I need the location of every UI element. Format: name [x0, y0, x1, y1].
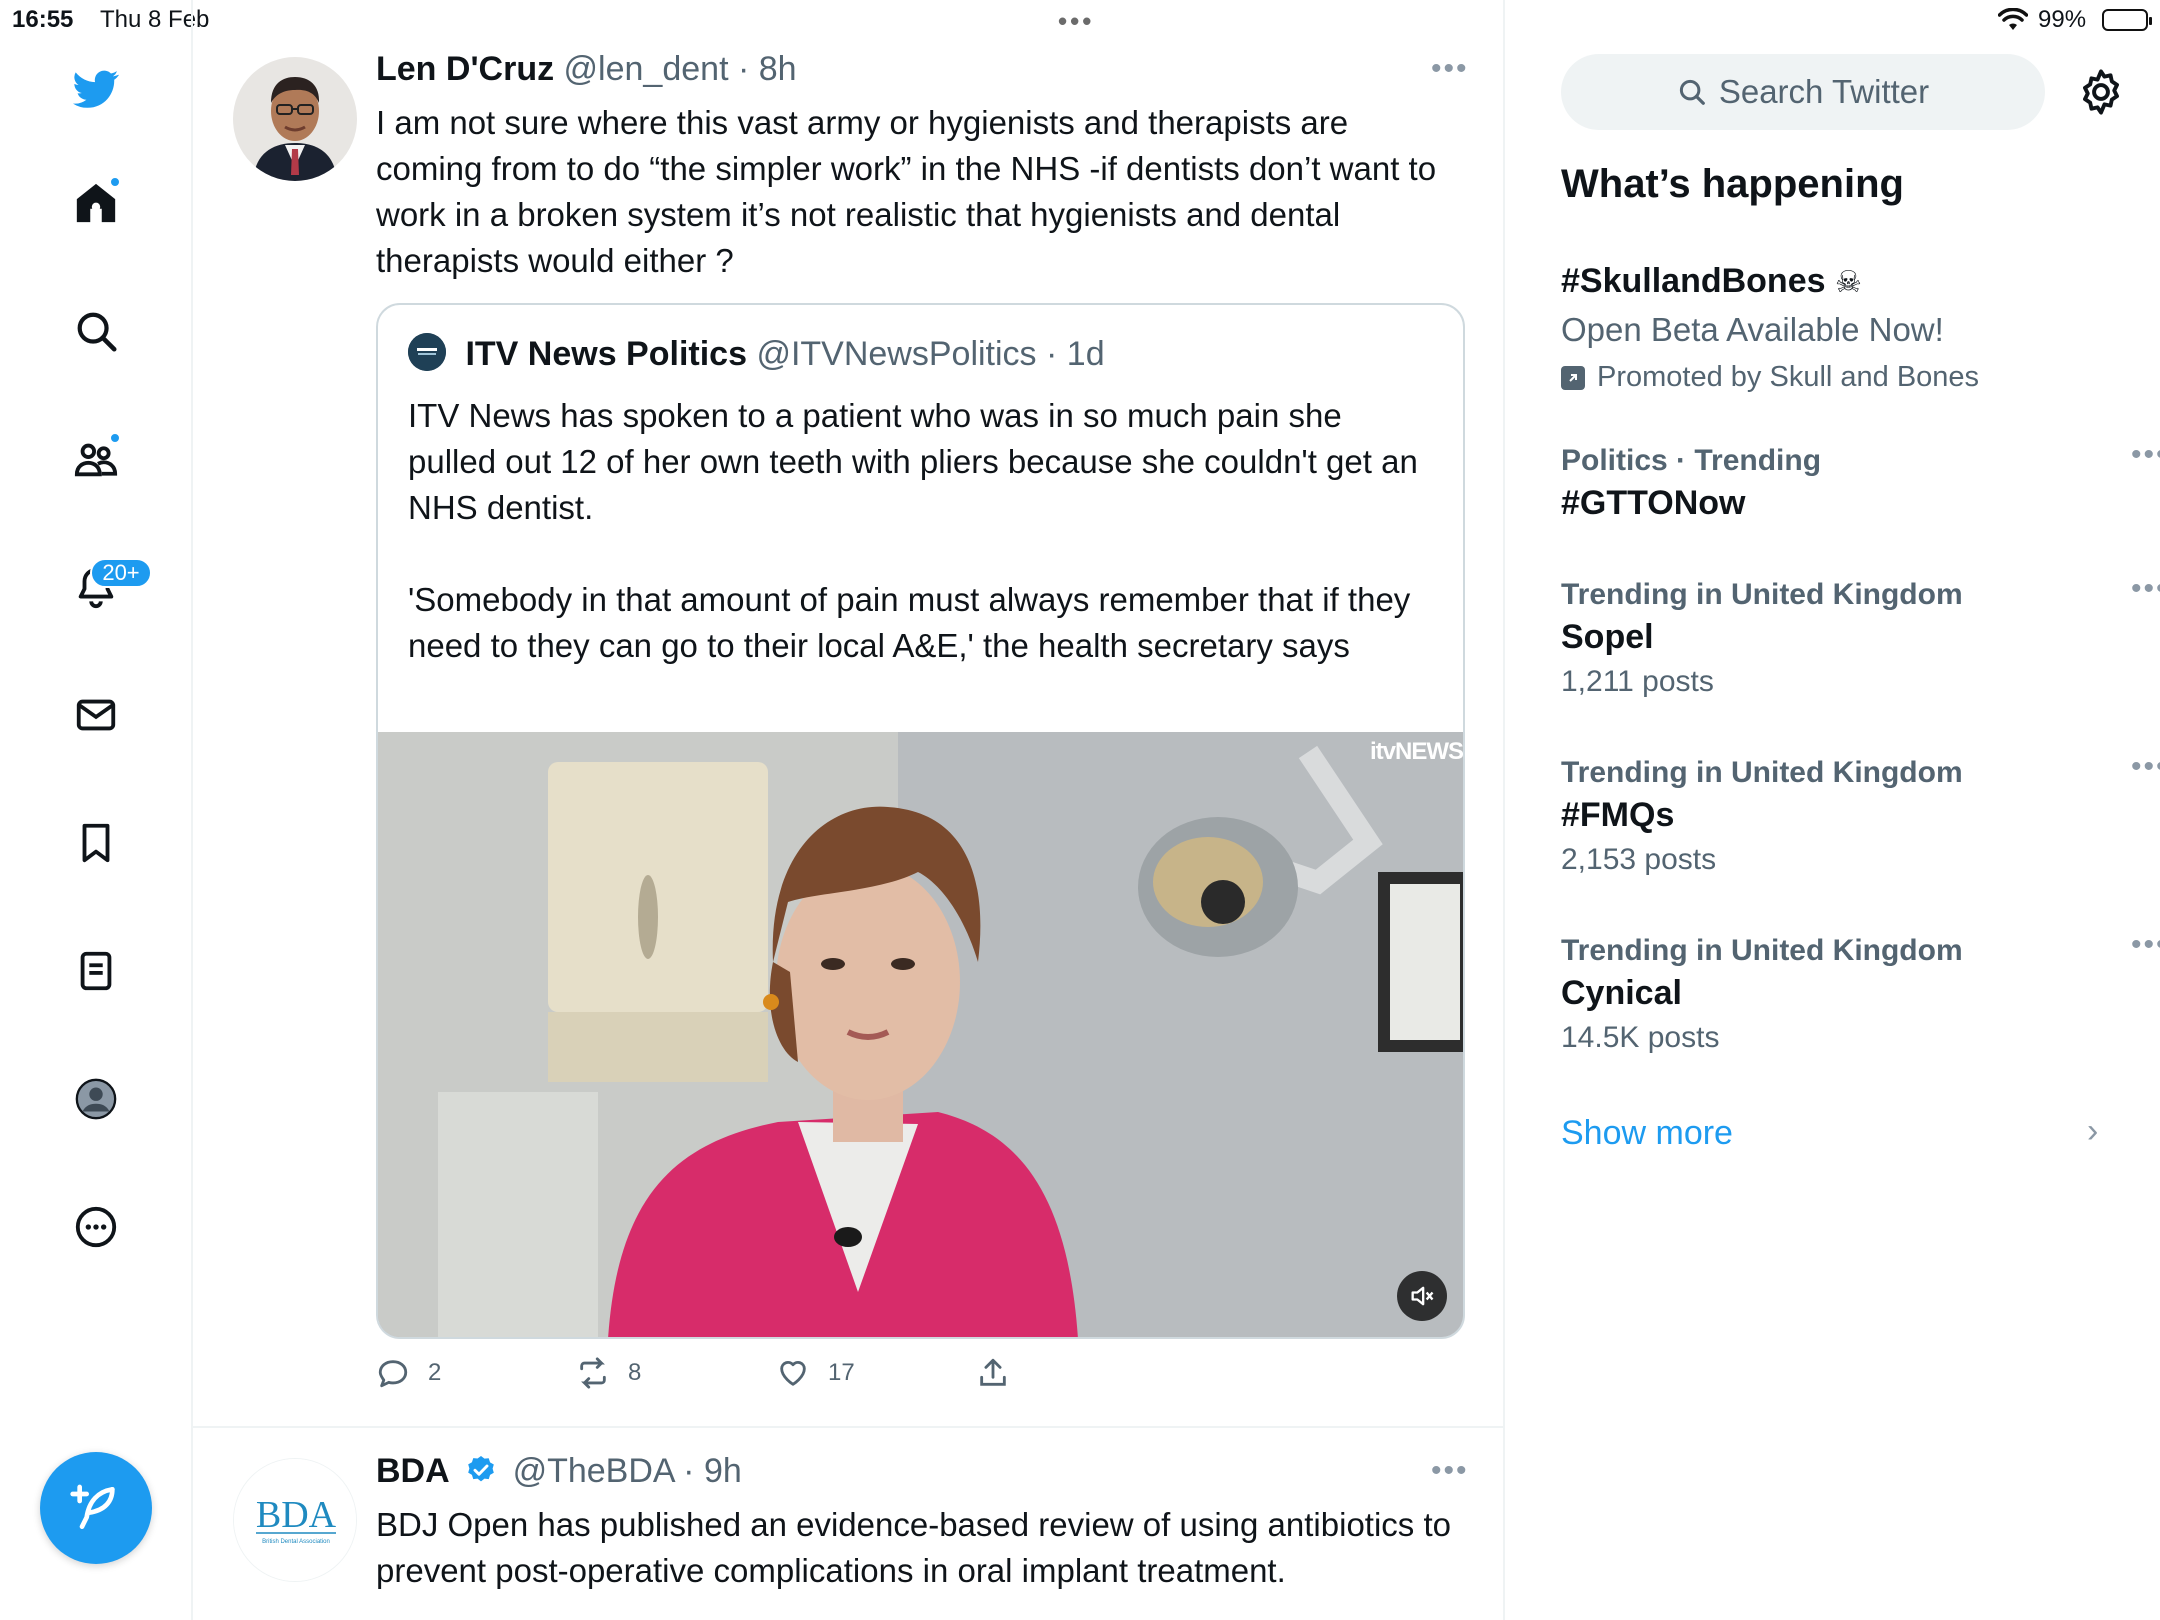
- trend-title: Cynical: [1561, 974, 1682, 1012]
- like-count: 17: [828, 1359, 855, 1386]
- wifi-icon: [1997, 7, 2029, 39]
- trend-item[interactable]: Trending in United Kingdom Cynical 14.5K…: [1561, 928, 2160, 1055]
- trend-item[interactable]: Politics · Trending #GTTONow •••: [1561, 438, 2160, 523]
- bookmarks-icon[interactable]: [69, 816, 123, 870]
- reply-button[interactable]: 2: [376, 1356, 441, 1390]
- author-name[interactable]: Len D'Cruz: [376, 50, 554, 88]
- search-input[interactable]: Search Twitter: [1561, 54, 2045, 130]
- skull-emoji-icon: ☠: [1834, 266, 1862, 299]
- tweet-header: Len D'Cruz @len_dent · 8h: [376, 50, 797, 89]
- trend-post-count: 2,153 posts: [1561, 843, 1717, 876]
- reply-count: 2: [428, 1359, 442, 1386]
- trend-title: #GTTONow: [1561, 484, 1746, 522]
- heart-icon: [780, 1361, 806, 1386]
- verified-badge-icon: [465, 1454, 497, 1495]
- author-handle[interactable]: @len_dent: [564, 50, 729, 88]
- quoted-author-handle: @ITVNewsPolitics: [756, 335, 1037, 373]
- battery-percent: 99%: [2038, 6, 2087, 33]
- battery-icon: [2102, 9, 2152, 31]
- trend-more-icon[interactable]: •••: [2131, 572, 2160, 606]
- communities-unread-dot: [109, 432, 121, 444]
- author-handle[interactable]: @TheBDA: [513, 1452, 674, 1490]
- promoted-trend[interactable]: #SkullandBones ☠ Open Beta Available Now…: [1561, 262, 2121, 394]
- quoted-author-name: ITV News Politics: [465, 335, 747, 373]
- home-unread-dot: [109, 176, 121, 188]
- compose-feather-icon: [70, 1484, 115, 1529]
- video-mute-button[interactable]: [1397, 1271, 1447, 1321]
- promoted-by-text: Promoted by Skull and Bones: [1597, 361, 1980, 393]
- avatar[interactable]: BDA British Dental Association: [233, 1458, 357, 1582]
- tweet-header: BDA @TheBDA · 9h: [376, 1452, 742, 1495]
- avatar[interactable]: [233, 57, 357, 181]
- search-icon: [1679, 79, 1705, 105]
- trend-more-icon[interactable]: •••: [2131, 438, 2160, 472]
- tweet[interactable]: BDA British Dental Association BDA @TheB…: [193, 1430, 1505, 1620]
- bda-logo-text: BDA: [256, 1494, 337, 1536]
- tweet-text: BDJ Open has published an evidence-based…: [376, 1506, 1451, 1589]
- quoted-tweet-timestamp: · 1d: [1046, 335, 1105, 373]
- bda-logo-subtext: British Dental Association: [262, 1539, 330, 1545]
- whats-happening-heading: What’s happening: [1561, 162, 1904, 206]
- retweet-count: 8: [628, 1359, 642, 1386]
- messages-icon[interactable]: [69, 688, 123, 742]
- timeline: Len D'Cruz @len_dent · 8h ••• I am not s…: [193, 0, 1505, 1620]
- chevron-right-icon: ›: [2087, 1112, 2099, 1150]
- tweet-timestamp[interactable]: · 9h: [683, 1452, 742, 1490]
- trend-title: #FMQs: [1561, 796, 1675, 834]
- promoted-trend-description: Open Beta Available Now!: [1561, 311, 1944, 348]
- video-frame: [378, 732, 1463, 1337]
- search-placeholder: Search Twitter: [1718, 73, 1930, 110]
- retweet-icon: [580, 1357, 606, 1389]
- quoted-tweet-video[interactable]: itvNEWS: [378, 732, 1463, 1337]
- right-sidebar: Search Twitter What’s happening #Skullan…: [1507, 40, 2160, 1620]
- promoted-arrow-icon: [1561, 365, 1585, 390]
- itv-news-logo: itvNEWS: [1369, 738, 1463, 765]
- explore-icon[interactable]: [69, 304, 123, 358]
- mute-icon: [1411, 1286, 1434, 1306]
- settings-gear-icon[interactable]: [2075, 66, 2127, 118]
- trend-more-icon[interactable]: •••: [2131, 750, 2160, 784]
- retweet-button[interactable]: 8: [576, 1356, 641, 1390]
- notifications-badge: 20+: [90, 558, 152, 588]
- profile-icon[interactable]: [69, 1072, 123, 1126]
- communities-icon[interactable]: [69, 432, 123, 486]
- trend-meta: Trending in United Kingdom: [1561, 934, 1963, 967]
- twitter-logo-icon[interactable]: [69, 62, 123, 116]
- trend-item[interactable]: Trending in United Kingdom Sopel 1,211 p…: [1561, 572, 2160, 699]
- show-more-link[interactable]: Show more: [1561, 1114, 1733, 1153]
- tweet-timestamp[interactable]: · 8h: [738, 50, 797, 88]
- author-name[interactable]: BDA: [376, 1452, 450, 1490]
- lists-icon[interactable]: [69, 944, 123, 998]
- tweet-more-icon[interactable]: •••: [1431, 52, 1469, 86]
- quoted-author-avatar: [408, 333, 446, 371]
- home-icon[interactable]: [69, 176, 123, 230]
- trend-title: Sopel: [1561, 618, 1654, 656]
- trend-item[interactable]: Trending in United Kingdom #FMQs 2,153 p…: [1561, 750, 2160, 877]
- left-navigation: 20+: [0, 0, 193, 1620]
- quoted-tweet[interactable]: ITV News Politics @ITVNewsPolitics · 1d …: [376, 303, 1465, 1339]
- trend-meta: Trending in United Kingdom: [1561, 578, 1963, 611]
- tweet-more-icon[interactable]: •••: [1431, 1454, 1469, 1488]
- share-icon: [980, 1358, 1006, 1386]
- like-button[interactable]: 17: [776, 1356, 855, 1390]
- promoted-by: Promoted by Skull and Bones: [1561, 361, 2121, 394]
- trend-meta: Trending in United Kingdom: [1561, 756, 1963, 789]
- trend-meta: Politics · Trending: [1561, 444, 1822, 477]
- compose-tweet-button[interactable]: [40, 1452, 152, 1564]
- more-icon[interactable]: [69, 1200, 123, 1254]
- tweet-text: I am not sure where this vast army or hy…: [376, 104, 1437, 279]
- quoted-tweet-header: ITV News Politics @ITVNewsPolitics · 1d: [408, 333, 1105, 374]
- trend-title: #SkullandBones ☠: [1561, 262, 2121, 301]
- trend-post-count: 14.5K posts: [1561, 1021, 1720, 1054]
- promoted-trend-title: #SkullandBones: [1561, 262, 1826, 300]
- tweet[interactable]: Len D'Cruz @len_dent · 8h ••• I am not s…: [193, 40, 1505, 1428]
- share-button[interactable]: [976, 1356, 1010, 1390]
- tweet-actions: 2 8 17: [376, 1356, 1276, 1406]
- quoted-tweet-text: ITV News has spoken to a patient who was…: [408, 397, 1418, 664]
- trend-more-icon[interactable]: •••: [2131, 928, 2160, 962]
- trend-post-count: 1,211 posts: [1561, 665, 1714, 698]
- reply-icon: [378, 1360, 408, 1388]
